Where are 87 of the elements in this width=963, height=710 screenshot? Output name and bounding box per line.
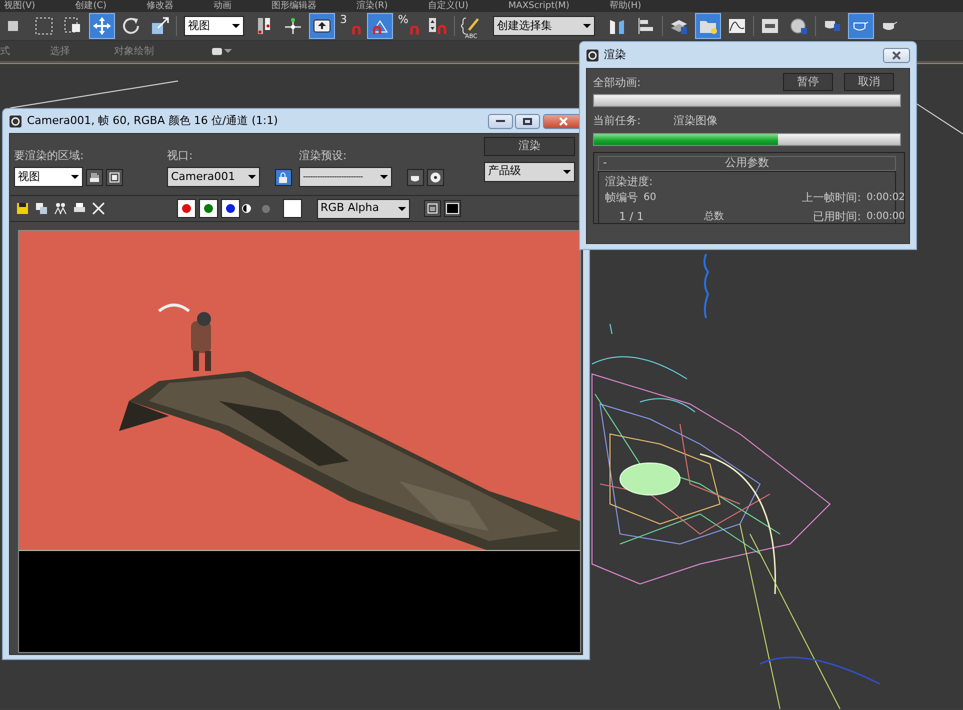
printer-icon: [73, 202, 86, 215]
dropdown[interactable]: 产品级: [484, 162, 575, 182]
preset-save-button[interactable]: [406, 168, 424, 186]
close-icon: [892, 50, 901, 60]
spinner-snap-icon: [428, 16, 448, 36]
people-icon: [54, 202, 67, 215]
field-value: 总数: [704, 210, 724, 222]
transform-gizmo-icon: [283, 16, 303, 36]
task-value: 渲染图像: [674, 113, 718, 129]
menu-item[interactable]: 图形编辑器: [272, 1, 316, 12]
cancel-button[interactable]: 取消: [844, 73, 894, 91]
snap-toggle-button[interactable]: 3: [338, 13, 364, 39]
field-label: 已用时间:: [813, 208, 861, 222]
angle-snap-button[interactable]: [367, 13, 393, 39]
window-title: 渲染: [604, 46, 626, 63]
disc-icon: [430, 172, 440, 183]
move-icon: [92, 16, 112, 36]
dropdown[interactable]: 视图: [14, 167, 83, 188]
region-button[interactable]: [86, 168, 103, 186]
dropdown-icon[interactable]: [212, 46, 232, 56]
dropdown[interactable]: RGB Alpha: [316, 198, 410, 218]
align-icon: [636, 16, 656, 36]
crop-button[interactable]: [106, 168, 122, 186]
group-title: 渲染进度:: [605, 174, 654, 190]
preset-load-button[interactable]: [426, 168, 444, 186]
dropdown[interactable]: 视图: [184, 16, 244, 36]
color-swatch[interactable]: [282, 199, 302, 218]
field-label: 视口:: [167, 148, 194, 164]
lock-icon: [278, 172, 288, 183]
app-icon: [9, 114, 22, 128]
close-button[interactable]: [883, 48, 910, 62]
render-frame-button[interactable]: [848, 13, 874, 39]
curve-editor-icon: [727, 16, 747, 36]
move-button[interactable]: [89, 13, 115, 39]
task-label: 当前任务:: [593, 113, 641, 129]
menu-item[interactable]: 视图(V): [4, 1, 36, 12]
field-value: 60: [644, 191, 656, 205]
maximize-button[interactable]: [515, 114, 540, 128]
field-value: 0:00:00: [866, 210, 904, 222]
app-icon: [586, 48, 599, 62]
menu-item[interactable]: MAXScript(M): [508, 1, 570, 12]
magnet-icon: [352, 26, 360, 34]
menu-item[interactable]: 创建(C): [75, 1, 106, 12]
save-icon: [16, 202, 29, 215]
rollout-header[interactable]: - 公用参数: [598, 156, 896, 170]
magnet-icon: [410, 26, 418, 34]
close-icon: [558, 116, 568, 126]
dropdown[interactable]: Camera001: [167, 167, 260, 188]
window-icon: [427, 203, 438, 214]
shortcut-toggle-button[interactable]: [309, 13, 335, 39]
field-label: 要渲染的区域:: [14, 148, 85, 164]
menu-item[interactable]: 自定义(U): [428, 1, 468, 12]
menu-item[interactable]: 修改器: [146, 1, 174, 12]
display-mode-icon: [446, 203, 459, 214]
minimize-button[interactable]: [488, 114, 512, 128]
field-label: 渲染预设:: [299, 148, 348, 164]
channel-toggle[interactable]: [198, 199, 218, 218]
field-value: 0:00:02: [866, 191, 904, 205]
copy-icon: [35, 202, 48, 215]
window-title: Camera001, 帧 60, RGBA 颜色 16 位/通道 (1:1): [27, 112, 278, 129]
dot-icon: [262, 204, 270, 212]
clear-icon: [92, 202, 105, 215]
channel-toggle[interactable]: [177, 199, 196, 218]
mono-icon: [242, 204, 252, 213]
rectangle-selection-icon: [34, 16, 54, 36]
rotate-icon: [121, 16, 141, 36]
pause-button[interactable]: 暂停: [783, 73, 833, 91]
field-label: 帧编号: [605, 190, 638, 206]
hand-icon: [88, 172, 100, 183]
display-button[interactable]: [444, 200, 461, 217]
frame-icon: [108, 172, 120, 183]
progress-label: 全部动画:: [593, 74, 641, 90]
percent-snap-button[interactable]: %: [396, 13, 422, 39]
menu-item[interactable]: 帮助(H): [609, 1, 642, 12]
render-button[interactable]: 渲染: [484, 137, 575, 156]
dropdown[interactable]: -------------------------: [299, 167, 392, 188]
lock-button[interactable]: [274, 168, 292, 186]
material-sphere-icon: [789, 16, 809, 36]
menu-item[interactable]: 渲染(R): [356, 1, 388, 12]
dropdown[interactable]: 创建选择集: [493, 16, 595, 36]
schematic-icon: [760, 16, 780, 36]
field-label: 上一帧时间:: [802, 190, 861, 206]
channel-toggle[interactable]: [220, 199, 240, 218]
field-label: 1 / 1: [619, 208, 644, 222]
menu-item[interactable]: 动画: [214, 1, 232, 12]
toggle-ui-button[interactable]: [424, 200, 442, 217]
scale-icon: [150, 16, 170, 36]
